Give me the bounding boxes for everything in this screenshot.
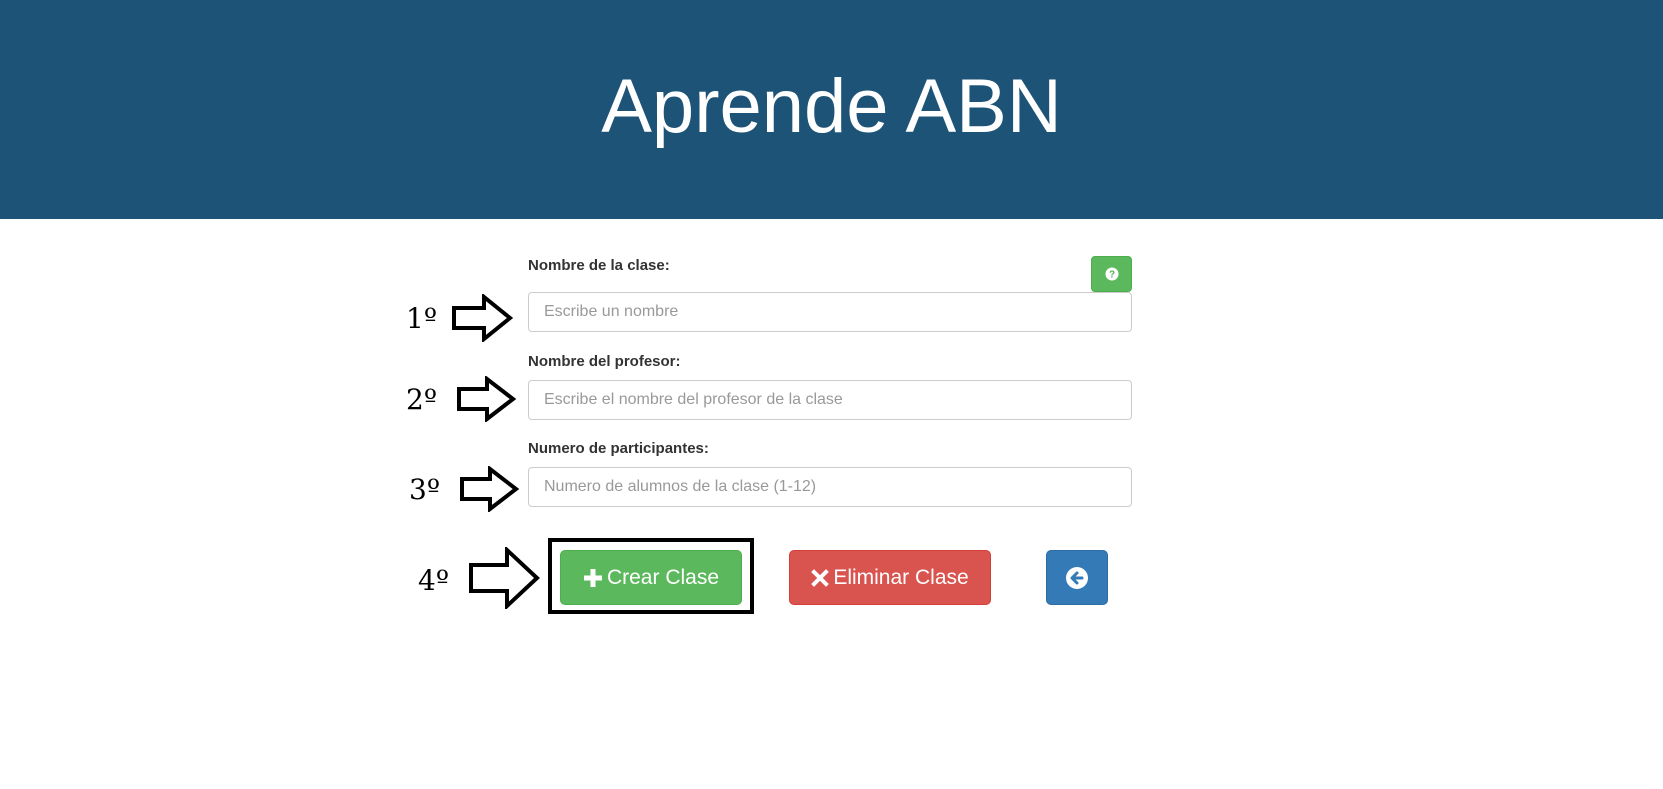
class-name-label: Nombre de la clase: (528, 257, 670, 274)
teacher-name-label: Nombre del profesor: (528, 353, 681, 370)
step-4-arrow-icon (469, 547, 540, 609)
create-class-button[interactable]: Crear Clase (560, 550, 742, 605)
step-3-number: 3º (409, 473, 440, 506)
arrow-left-circle-icon (1066, 566, 1088, 589)
delete-class-label: Eliminar Clase (833, 565, 969, 589)
help-button[interactable]: ? (1091, 256, 1132, 292)
svg-text:?: ? (1108, 270, 1114, 281)
step-2-number: 2º (406, 383, 437, 416)
page-header: Aprende ABN (0, 0, 1663, 219)
teacher-name-input[interactable] (528, 380, 1132, 420)
times-icon (811, 568, 830, 587)
participants-input[interactable] (528, 467, 1132, 507)
class-name-input[interactable] (528, 292, 1132, 332)
page-title: Aprende ABN (601, 64, 1062, 149)
step-3-arrow-icon (460, 466, 520, 512)
step-1-arrow-icon (452, 294, 514, 342)
question-circle-icon: ? (1105, 267, 1118, 281)
delete-class-button[interactable]: Eliminar Clase (789, 550, 991, 605)
back-button[interactable] (1046, 550, 1108, 605)
create-class-label: Crear Clase (606, 565, 720, 589)
step-2-arrow-icon (457, 376, 517, 422)
participants-label: Numero de participantes: (528, 440, 709, 457)
step-4-number: 4º (418, 564, 449, 597)
step-1-number: 1º (406, 302, 437, 335)
plus-icon (583, 568, 603, 588)
